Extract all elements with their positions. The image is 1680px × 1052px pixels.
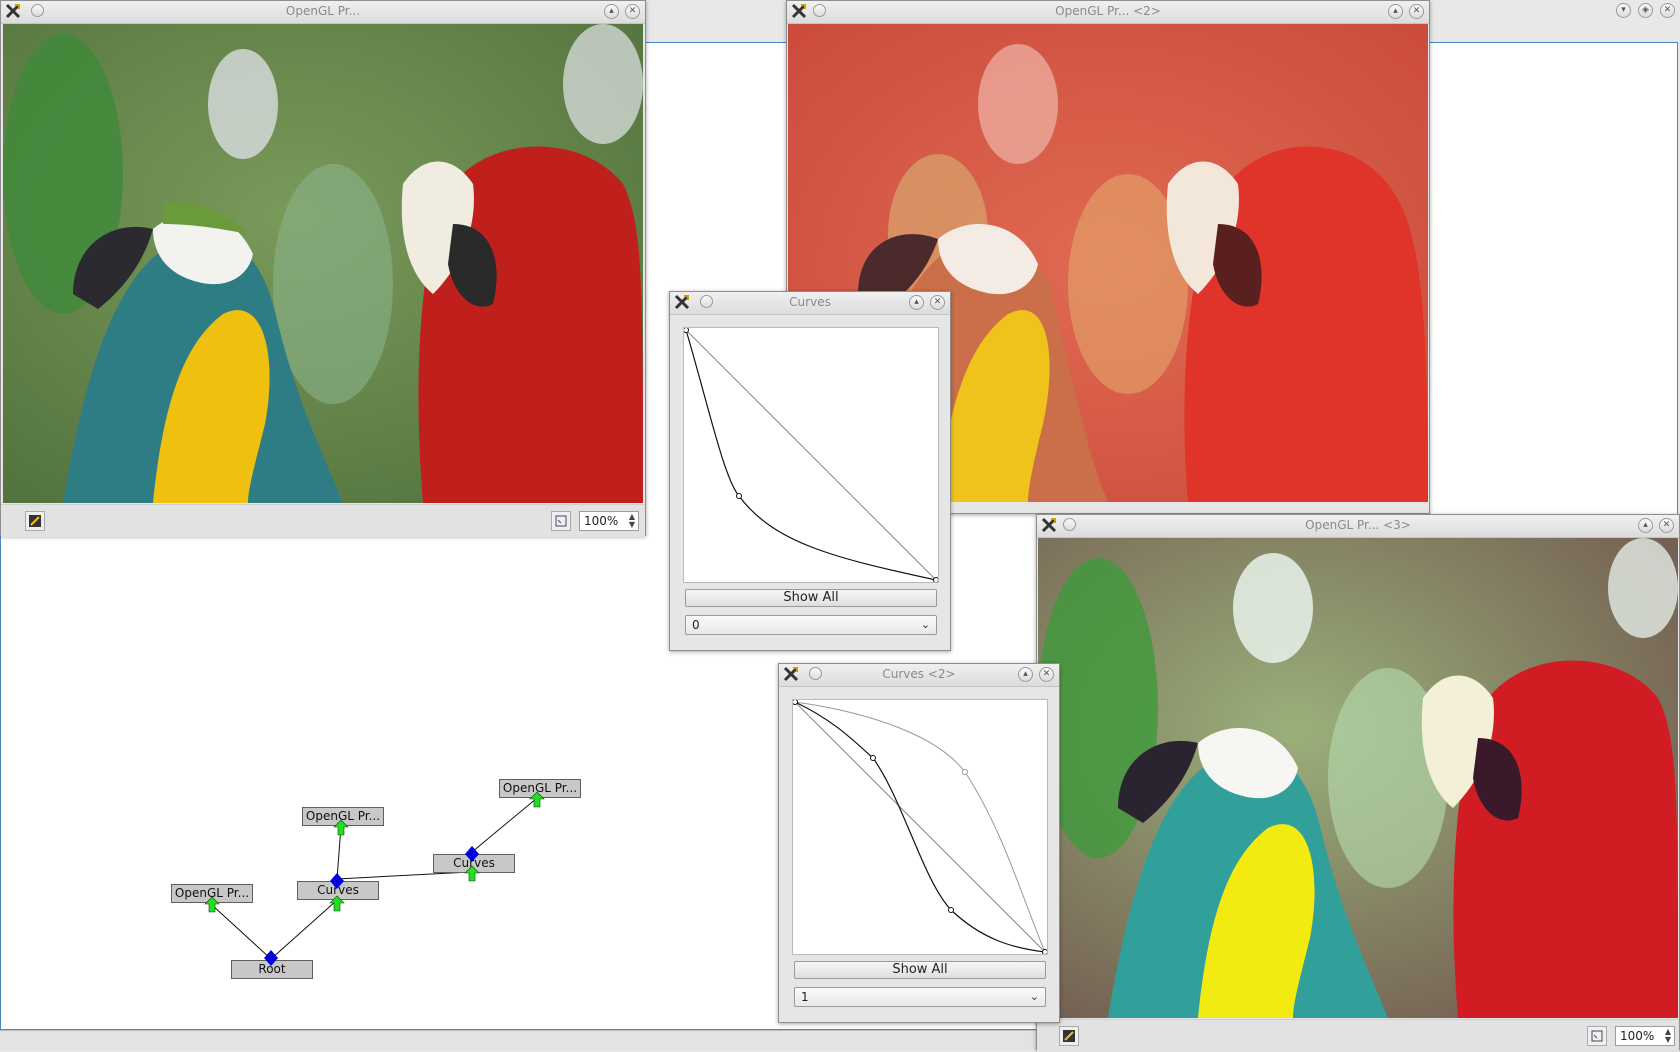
- maximize-icon[interactable]: ▴: [1018, 667, 1033, 682]
- node-root[interactable]: Root: [231, 960, 313, 979]
- edit-icon[interactable]: [1059, 1026, 1079, 1046]
- viewer-window-3[interactable]: OpenGL Pr... <3> ▴ ✕ 100% ▲ ▼: [1036, 514, 1680, 1052]
- chevron-down-icon: ⌄: [1029, 990, 1039, 1003]
- parrot-image-adjusted: [1038, 538, 1678, 1018]
- zoom-value: 100%: [584, 514, 619, 528]
- close-icon[interactable]: ✕: [1039, 667, 1054, 682]
- spin-arrows-icon[interactable]: ▲ ▼: [629, 513, 635, 529]
- channel-select[interactable]: 0 ⌄: [685, 615, 937, 635]
- titlebar[interactable]: Curves <2> ▴ ✕: [779, 664, 1059, 687]
- node-viewer-a[interactable]: OpenGL Pr...: [171, 884, 253, 903]
- spin-arrows-icon[interactable]: ▲ ▼: [1665, 1028, 1671, 1044]
- fit-view-icon[interactable]: [551, 511, 571, 531]
- titlebar[interactable]: Curves ▴ ✕: [670, 292, 950, 315]
- zoom-spinbox[interactable]: 100% ▲ ▼: [579, 511, 639, 531]
- close-icon[interactable]: ✕: [1409, 4, 1424, 19]
- control-point: [1042, 949, 1047, 954]
- edge-curves-a-curves-b: [336, 871, 471, 880]
- channel-value: 1: [801, 990, 809, 1004]
- titlebar[interactable]: OpenGL Pr... <2> ▴ ✕: [787, 1, 1429, 24]
- window-title: OpenGL Pr... <2>: [1055, 4, 1161, 18]
- node-viewer-c[interactable]: OpenGL Pr...: [499, 779, 581, 798]
- node-curves-b[interactable]: Curves: [433, 854, 515, 873]
- identity-line: [794, 701, 1046, 953]
- fit-view-icon[interactable]: [1587, 1026, 1607, 1046]
- control-point: [793, 700, 798, 705]
- status-bar: 100% ▲ ▼: [1, 504, 645, 537]
- maximize-icon[interactable]: ▴: [1638, 518, 1653, 533]
- titlebar[interactable]: OpenGL Pr... <3> ▴ ✕: [1037, 515, 1679, 538]
- show-all-button[interactable]: Show All: [794, 961, 1046, 979]
- edge-curves-b-viewer-c: [471, 797, 538, 853]
- maximize-icon[interactable]: ▴: [604, 4, 619, 19]
- control-point: [736, 493, 742, 499]
- control-point: [870, 755, 876, 761]
- edge-curves-a-viewer-b: [336, 825, 342, 880]
- curves-window-2[interactable]: Curves <2> ▴ ✕ Show All 1 ⌄: [778, 663, 1060, 1023]
- image-viewport[interactable]: [1038, 538, 1678, 1018]
- close-icon[interactable]: ✕: [625, 4, 640, 19]
- curves-window-1[interactable]: Curves ▴ ✕ Show All 0 ⌄: [669, 291, 951, 651]
- titlebar[interactable]: OpenGL Pr... ▴ ✕: [1, 1, 645, 24]
- channel-value: 0: [692, 618, 700, 632]
- control-point: [684, 328, 689, 333]
- node-curves-a[interactable]: Curves: [297, 881, 379, 900]
- control-point: [962, 769, 968, 775]
- close-icon[interactable]: ✕: [1659, 518, 1674, 533]
- curve-editor[interactable]: [792, 699, 1048, 955]
- window-title: OpenGL Pr... <3>: [1305, 518, 1411, 532]
- window-title: OpenGL Pr...: [285, 4, 361, 18]
- control-point: [933, 577, 938, 582]
- chevron-down-icon: ⌄: [920, 618, 930, 631]
- show-all-button[interactable]: Show All: [685, 589, 937, 607]
- identity-line: [685, 329, 937, 581]
- edit-icon[interactable]: [25, 511, 45, 531]
- zoom-spinbox[interactable]: 100% ▲ ▼: [1615, 1026, 1675, 1046]
- curve-editor[interactable]: [683, 327, 939, 583]
- window-title: Curves: [789, 295, 831, 309]
- maximize-icon[interactable]: ▴: [909, 295, 924, 310]
- status-bar: 100% ▲ ▼: [1037, 1019, 1679, 1052]
- image-viewport[interactable]: [3, 24, 643, 503]
- parrot-image: [3, 24, 643, 503]
- channel-select[interactable]: 1 ⌄: [794, 987, 1046, 1007]
- viewer-window-1[interactable]: OpenGL Pr... ▴ ✕ 100% ▲ ▼: [0, 0, 646, 537]
- edge-root-curves-a: [270, 900, 337, 960]
- control-point: [948, 907, 954, 913]
- node-viewer-b[interactable]: OpenGL Pr...: [302, 807, 384, 826]
- edge-root-viewer-a: [211, 904, 272, 960]
- window-title: Curves <2>: [882, 667, 956, 681]
- maximize-icon[interactable]: ▴: [1388, 4, 1403, 19]
- zoom-value: 100%: [1620, 1029, 1655, 1043]
- close-icon[interactable]: ✕: [930, 295, 945, 310]
